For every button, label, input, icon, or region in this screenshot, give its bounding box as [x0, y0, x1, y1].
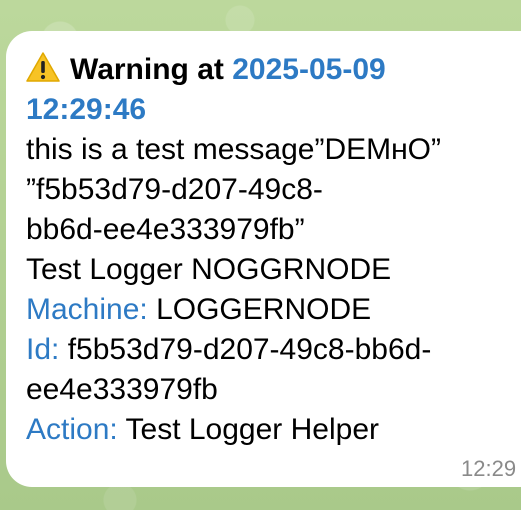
action-row: Action: Test Logger Helper	[26, 410, 516, 450]
id-value-line-1: f5b53d79-d207-49c8-bb6d-	[67, 333, 432, 366]
id-value-line-2: ee4e333979fb	[26, 373, 218, 406]
machine-value: LOGGERNODE	[156, 293, 372, 326]
action-label: Action:	[26, 413, 118, 446]
id-label: Id:	[26, 333, 60, 366]
machine-row: Machine: LOGGERNODE	[26, 290, 516, 330]
action-value: Test Logger Helper	[125, 413, 379, 446]
body-line-4: Test Logger NOGGRNODE	[26, 253, 392, 286]
message-content: Warning at 2025-05-09 12:29:46 this is a…	[26, 50, 516, 450]
body-line-3: bb6d-ee4e333979fb”	[26, 213, 305, 246]
machine-label: Machine:	[26, 293, 148, 326]
message-timestamp: 12:29	[461, 456, 517, 481]
title-time-line: 12:29:46	[26, 90, 516, 130]
title-prefix: Warning at	[70, 53, 224, 86]
title-date-link[interactable]: 2025-05-09	[232, 53, 385, 86]
message-title: Warning at 2025-05-09	[26, 50, 516, 90]
warning-icon	[26, 52, 60, 82]
title-time-link[interactable]: 12:29:46	[26, 93, 146, 126]
body-line-2: ”f5b53d79-d207-49c8-	[26, 173, 323, 206]
id-row: Id: f5b53d79-d207-49c8-bb6d-	[26, 330, 516, 370]
body-line-1: this is a test message”DEMʜO”	[26, 133, 442, 166]
